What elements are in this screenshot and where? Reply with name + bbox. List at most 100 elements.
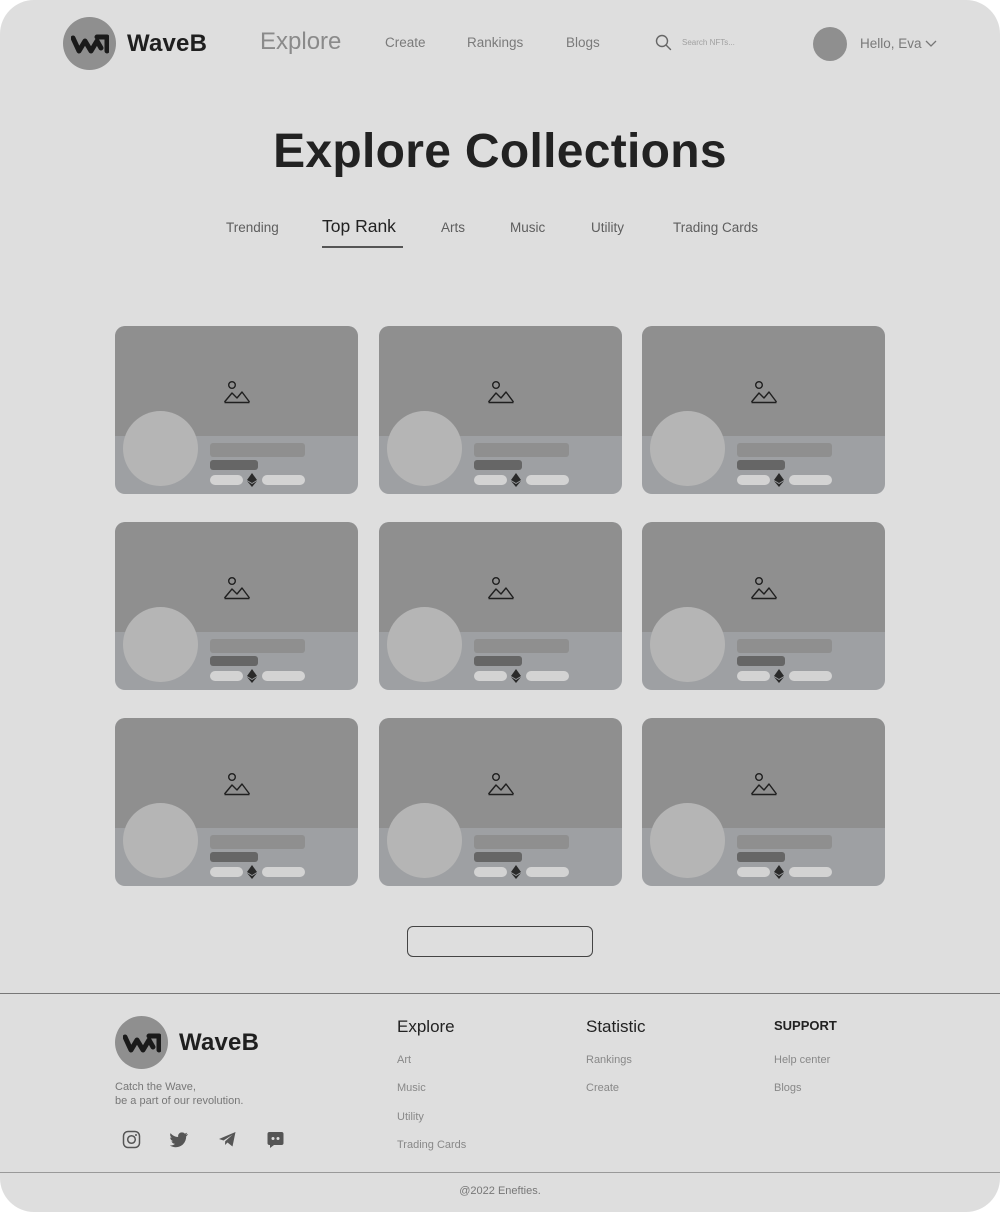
card-creator-placeholder xyxy=(210,852,258,862)
card-title-placeholder xyxy=(474,639,569,653)
footer-statistic-title: Statistic xyxy=(586,1017,646,1036)
search-icon[interactable] xyxy=(655,34,672,51)
discord-icon[interactable] xyxy=(266,1130,285,1149)
ethereum-icon xyxy=(511,865,521,879)
brand-name: WaveB xyxy=(127,29,208,57)
card-floor-placeholder xyxy=(737,671,770,681)
card-avatar xyxy=(387,607,462,682)
image-placeholder-icon xyxy=(487,773,514,796)
card-price-placeholder xyxy=(789,475,832,485)
search-bar xyxy=(655,34,782,51)
ethereum-icon xyxy=(247,669,257,683)
image-placeholder-icon xyxy=(223,773,250,796)
card-floor-placeholder xyxy=(210,475,243,485)
card-floor-placeholder xyxy=(210,671,243,681)
collection-grid xyxy=(115,326,886,886)
card-price-placeholder xyxy=(262,867,305,877)
card-creator-placeholder xyxy=(210,460,258,470)
footer-link-rankings[interactable]: Rankings xyxy=(586,1054,632,1066)
ethereum-icon xyxy=(774,865,784,879)
collection-card[interactable] xyxy=(115,326,358,494)
card-title-placeholder xyxy=(210,443,305,457)
card-title-placeholder xyxy=(737,835,832,849)
ethereum-icon xyxy=(774,473,784,487)
collection-card[interactable] xyxy=(642,326,885,494)
active-tab-indicator xyxy=(322,246,403,248)
chevron-down-icon xyxy=(925,40,936,47)
user-greeting: Hello, Eva xyxy=(860,36,922,51)
tab-music[interactable]: Music xyxy=(510,220,545,235)
card-creator-placeholder xyxy=(737,656,785,666)
user-menu[interactable]: Hello, Eva xyxy=(860,36,938,51)
image-placeholder-icon xyxy=(223,381,250,404)
tab-trading-cards[interactable]: Trading Cards xyxy=(673,220,758,235)
load-more-button[interactable] xyxy=(407,926,593,957)
card-floor-placeholder xyxy=(210,867,243,877)
card-avatar xyxy=(123,803,198,878)
tab-trending[interactable]: Trending xyxy=(226,220,279,235)
footer-logo[interactable]: WaveB xyxy=(115,1016,259,1069)
copyright: @2022 Enefties. xyxy=(459,1185,541,1197)
card-avatar xyxy=(650,411,725,486)
footer-link-music[interactable]: Music xyxy=(397,1082,426,1094)
card-title-placeholder xyxy=(210,639,305,653)
tagline-line-2: be a part of our revolution. xyxy=(115,1095,244,1107)
card-floor-placeholder xyxy=(474,671,507,681)
image-placeholder-icon xyxy=(750,773,777,796)
card-floor-placeholder xyxy=(737,867,770,877)
footer-link-trading-cards[interactable]: Trading Cards xyxy=(397,1139,466,1151)
instagram-icon[interactable] xyxy=(122,1130,141,1149)
search-input[interactable] xyxy=(682,38,782,47)
card-price-placeholder xyxy=(789,671,832,681)
tab-utility[interactable]: Utility xyxy=(591,220,624,235)
image-placeholder-icon xyxy=(750,381,777,404)
tab-arts[interactable]: Arts xyxy=(441,220,465,235)
image-placeholder-icon xyxy=(487,577,514,600)
collection-card[interactable] xyxy=(115,522,358,690)
collection-card[interactable] xyxy=(379,522,622,690)
card-creator-placeholder xyxy=(737,460,785,470)
collection-card[interactable] xyxy=(642,718,885,886)
card-price-placeholder xyxy=(526,867,569,877)
card-price-placeholder xyxy=(262,671,305,681)
nav-rankings-link[interactable]: Rankings xyxy=(467,35,523,50)
collection-card[interactable] xyxy=(379,718,622,886)
footer-link-art[interactable]: Art xyxy=(397,1054,411,1066)
card-avatar xyxy=(123,607,198,682)
ethereum-icon xyxy=(247,865,257,879)
nav-create-link[interactable]: Create xyxy=(385,35,426,50)
tab-top-rank[interactable]: Top Rank xyxy=(322,216,396,237)
collection-card[interactable] xyxy=(115,718,358,886)
card-avatar xyxy=(387,803,462,878)
card-creator-placeholder xyxy=(737,852,785,862)
footer-link-create[interactable]: Create xyxy=(586,1082,619,1094)
footer-link-utility[interactable]: Utility xyxy=(397,1111,424,1123)
collection-card[interactable] xyxy=(379,326,622,494)
card-floor-placeholder xyxy=(474,867,507,877)
nav-explore-link[interactable]: Explore xyxy=(260,28,341,56)
tagline-line-1: Catch the Wave, xyxy=(115,1081,196,1093)
nav-blogs-link[interactable]: Blogs xyxy=(566,35,600,50)
card-avatar xyxy=(650,607,725,682)
ethereum-icon xyxy=(511,669,521,683)
twitter-icon[interactable] xyxy=(170,1130,189,1149)
user-avatar[interactable] xyxy=(813,27,847,61)
page: WaveB Explore Create Rankings Blogs Hell… xyxy=(0,0,1000,1212)
card-title-placeholder xyxy=(737,443,832,457)
header-logo[interactable]: WaveB xyxy=(63,17,207,70)
card-title-placeholder xyxy=(210,835,305,849)
telegram-icon[interactable] xyxy=(218,1130,237,1149)
card-creator-placeholder xyxy=(474,460,522,470)
card-price-placeholder xyxy=(789,867,832,877)
card-avatar xyxy=(387,411,462,486)
logo-mark-icon xyxy=(115,1016,168,1069)
card-title-placeholder xyxy=(737,639,832,653)
footer-brand-name: WaveB xyxy=(179,1028,260,1056)
footer-link-help-center[interactable]: Help center xyxy=(774,1054,830,1066)
page-title: Explore Collections xyxy=(273,125,727,178)
collection-card[interactable] xyxy=(642,522,885,690)
card-creator-placeholder xyxy=(474,852,522,862)
card-price-placeholder xyxy=(526,671,569,681)
image-placeholder-icon xyxy=(223,577,250,600)
footer-link-blogs[interactable]: Blogs xyxy=(774,1082,802,1094)
